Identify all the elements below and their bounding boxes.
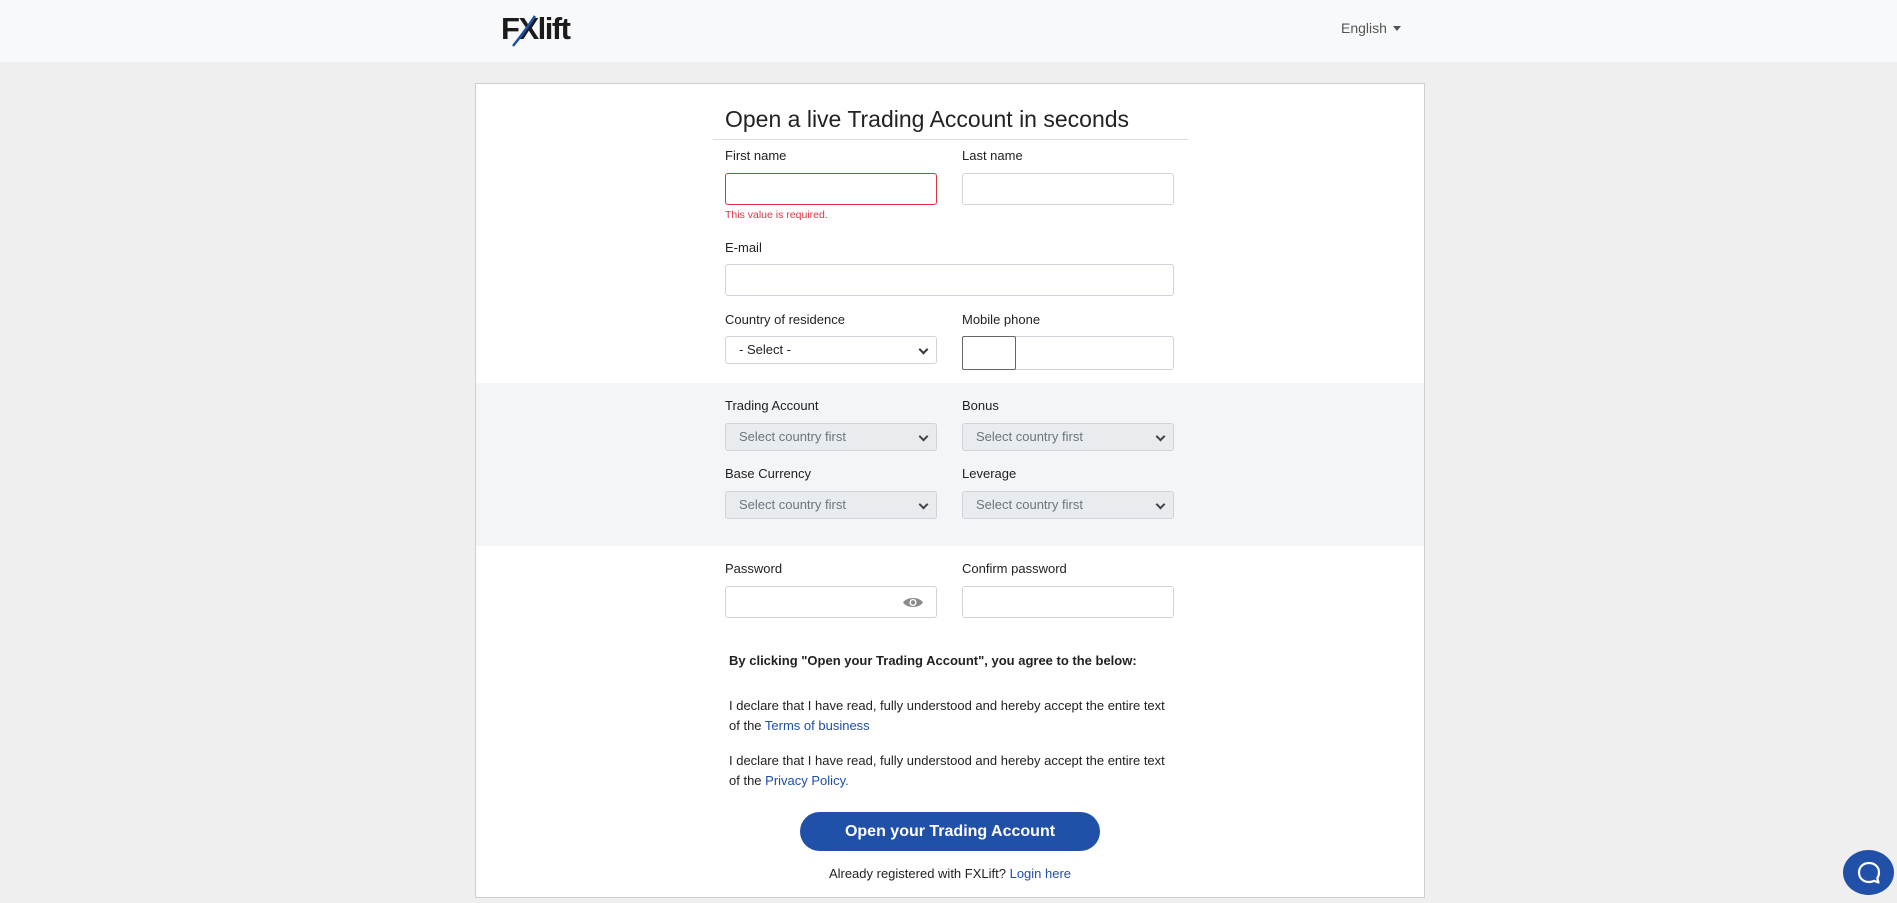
- caret-down-icon: [1392, 25, 1401, 31]
- leverage-selected-value: Select country first: [976, 497, 1083, 512]
- chat-widget-button[interactable]: [1843, 850, 1894, 895]
- registration-card: Open a live Trading Account in seconds F…: [475, 83, 1425, 898]
- privacy-declaration: I declare that I have read, fully unders…: [729, 751, 1179, 791]
- privacy-policy-link[interactable]: Privacy Policy.: [765, 773, 849, 788]
- first-name-label: First name: [725, 148, 787, 163]
- terms-of-business-link[interactable]: Terms of business: [765, 718, 870, 733]
- email-input[interactable]: [725, 264, 1174, 296]
- login-prompt: Already registered with FXLift? Login he…: [476, 866, 1424, 881]
- first-name-error: This value is required.: [725, 209, 828, 221]
- fxlift-logo[interactable]: F X lift: [501, 10, 571, 48]
- country-selected-value: - Select -: [739, 342, 792, 357]
- last-name-input[interactable]: [962, 173, 1174, 205]
- email-label: E-mail: [725, 240, 762, 255]
- trading-account-label: Trading Account: [725, 398, 819, 413]
- base-currency-label: Base Currency: [725, 466, 811, 481]
- bonus-select[interactable]: Select country first: [962, 423, 1174, 451]
- top-navbar: F X lift English: [0, 0, 1897, 62]
- mobile-phone-label: Mobile phone: [962, 312, 1041, 327]
- page-title: Open a live Trading Account in seconds: [725, 106, 1130, 132]
- chat-icon: [1857, 861, 1880, 884]
- chevron-down-icon: [918, 344, 929, 355]
- logo-swoosh-icon: [512, 15, 537, 47]
- open-trading-account-button[interactable]: Open your Trading Account: [800, 812, 1100, 851]
- confirm-password-input[interactable]: [962, 586, 1174, 618]
- first-name-input[interactable]: [725, 173, 937, 205]
- title-divider: [713, 139, 1188, 140]
- confirm-password-label: Confirm password: [962, 561, 1067, 576]
- language-label: English: [1341, 20, 1387, 36]
- trading-account-selected-value: Select country first: [739, 429, 846, 444]
- country-select[interactable]: - Select -: [725, 336, 937, 364]
- eye-icon[interactable]: [902, 596, 924, 614]
- account-settings-section: [476, 383, 1424, 546]
- country-label: Country of residence: [725, 312, 845, 327]
- last-name-label: Last name: [962, 148, 1023, 163]
- base-currency-selected-value: Select country first: [739, 497, 846, 512]
- base-currency-select[interactable]: Select country first: [725, 491, 937, 519]
- chevron-down-icon: [918, 499, 929, 510]
- language-dropdown[interactable]: English: [1341, 20, 1401, 36]
- login-here-link[interactable]: Login here: [1010, 866, 1071, 881]
- chevron-down-icon: [918, 431, 929, 442]
- leverage-select[interactable]: Select country first: [962, 491, 1174, 519]
- agreement-heading: By clicking "Open your Trading Account",…: [729, 653, 1137, 668]
- bonus-label: Bonus: [962, 398, 999, 413]
- password-label: Password: [725, 561, 783, 576]
- leverage-label: Leverage: [962, 466, 1017, 481]
- password-input[interactable]: [725, 586, 937, 618]
- bonus-selected-value: Select country first: [976, 429, 1083, 444]
- country-code-field[interactable]: [962, 336, 1016, 370]
- terms-declaration: I declare that I have read, fully unders…: [729, 696, 1179, 736]
- chevron-down-icon: [1155, 431, 1166, 442]
- chevron-down-icon: [1155, 499, 1166, 510]
- login-prompt-text: Already registered with FXLift?: [828, 866, 1006, 881]
- trading-account-select[interactable]: Select country first: [725, 423, 937, 451]
